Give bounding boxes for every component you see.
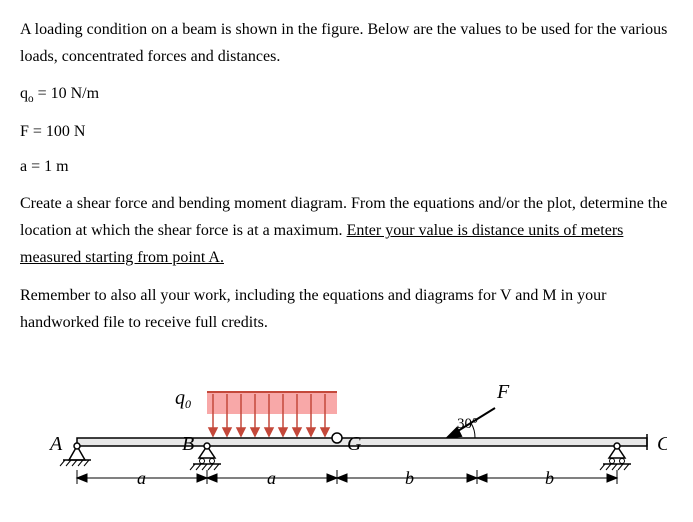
dim-a1: a [137, 468, 146, 488]
support-C [600, 443, 631, 470]
intro-text: A loading condition on a beam is shown i… [20, 16, 673, 70]
param-a: a = 1 m [20, 153, 673, 180]
label-A: A [48, 433, 63, 455]
param-q0: qo = 10 N/m [20, 80, 673, 109]
label-G: G [347, 433, 362, 455]
beam-diagram: q0 30° F A B G [20, 350, 673, 490]
label-B: B [182, 433, 194, 455]
reminder-text: Remember to also all your work, includin… [20, 282, 673, 336]
parameters: qo = 10 N/m F = 100 N a = 1 m [20, 80, 673, 180]
dim-b2: b [545, 468, 554, 488]
label-C: C [657, 433, 667, 455]
label-q0: q0 [175, 387, 191, 411]
dim-a2: a [267, 468, 276, 488]
param-F: F = 100 N [20, 118, 673, 145]
support-B [190, 443, 221, 470]
dim-b1: b [405, 468, 414, 488]
label-F: F [496, 381, 510, 403]
instruction-text: Create a shear force and bending moment … [20, 190, 673, 272]
label-angle: 30° [457, 416, 478, 432]
